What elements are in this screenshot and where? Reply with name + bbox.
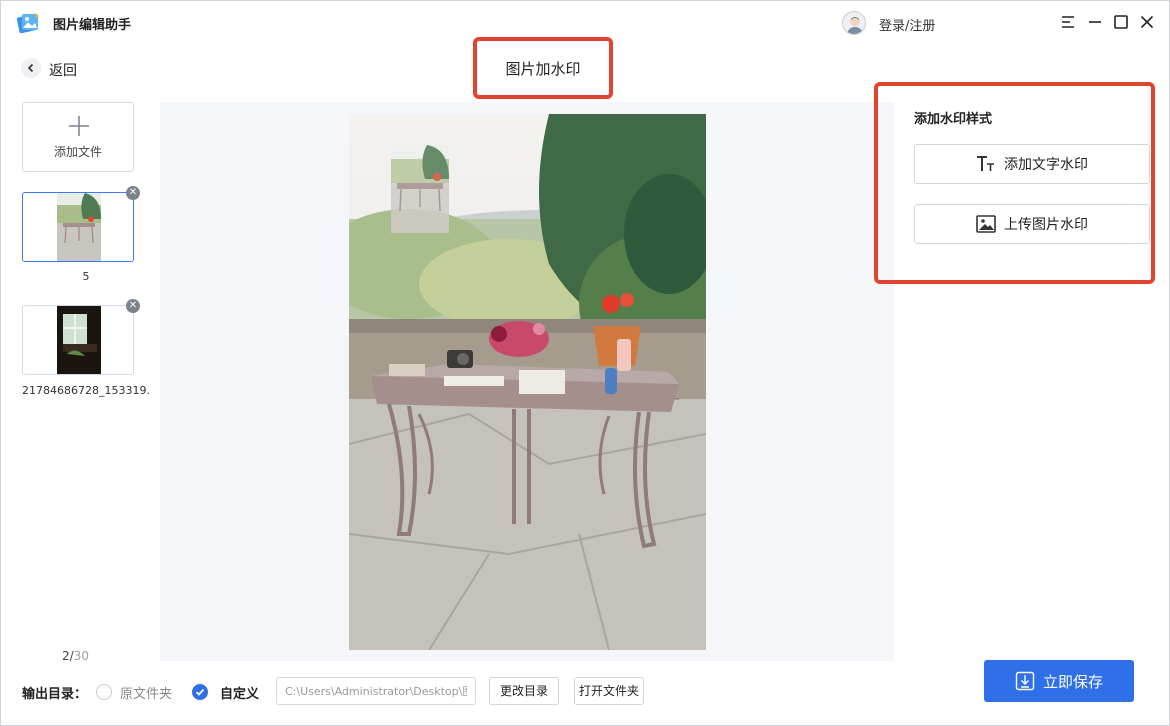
checkmark-icon (195, 688, 205, 696)
page-counter: 2/30 (62, 649, 89, 663)
thumbnail-image (57, 193, 101, 261)
watermark-style-panel: 添加水印样式 添加文字水印 上传图片水印 (874, 82, 1155, 284)
file-name-2: 21784686728_153319... (22, 384, 150, 397)
change-directory-button[interactable]: 更改目录 (489, 677, 559, 705)
minimize-icon[interactable] (1084, 11, 1106, 33)
login-register-link[interactable]: 登录/注册 (879, 15, 935, 34)
file-name-1: 5 (82, 270, 90, 283)
remove-file-icon[interactable]: ✕ (126, 299, 140, 313)
app-title: 图片编辑助手 (53, 18, 132, 33)
panel-title: 添加水印样式 (914, 112, 993, 127)
upload-image-watermark-button[interactable]: 上传图片水印 (914, 204, 1150, 244)
file-thumbnail-2[interactable]: ✕ (22, 299, 140, 375)
output-path-input[interactable] (276, 677, 476, 705)
open-folder-button[interactable]: 打开文件夹 (574, 677, 644, 705)
plus-icon (68, 115, 90, 137)
page-total: 30 (73, 649, 89, 663)
back-chevron-icon[interactable] (21, 58, 41, 78)
preview-image (349, 114, 706, 650)
app-window: 图片编辑助手 登录/注册 返回 图片加水印 添加文件 ✕ 5 ✕ 2178468… (0, 0, 1170, 726)
remove-file-icon[interactable]: ✕ (126, 186, 140, 200)
radio-custom[interactable] (192, 684, 208, 700)
watermark-image-overlay[interactable] (391, 145, 449, 233)
option-original-folder-label[interactable]: 原文件夹 (120, 683, 172, 702)
menu-icon[interactable] (1057, 11, 1079, 33)
save-now-label: 立即保存 (1042, 672, 1103, 691)
save-now-button[interactable]: 立即保存 (984, 660, 1134, 702)
download-icon (1015, 671, 1035, 691)
image-icon (976, 214, 996, 234)
add-file-label: 添加文件 (53, 145, 102, 159)
back-button[interactable]: 返回 (49, 60, 77, 80)
option-custom-label[interactable]: 自定义 (220, 683, 259, 702)
add-text-watermark-label: 添加文字水印 (1004, 157, 1088, 173)
thumbnail-image (57, 306, 101, 374)
image-preview-area (160, 102, 894, 661)
radio-original-folder[interactable] (96, 684, 112, 700)
page-title: 图片加水印 (505, 59, 581, 78)
add-text-watermark-button[interactable]: 添加文字水印 (914, 144, 1150, 184)
page-current: 2/ (62, 649, 74, 663)
add-file-button[interactable]: 添加文件 (22, 102, 134, 172)
upload-image-watermark-label: 上传图片水印 (1004, 217, 1088, 233)
close-icon[interactable] (1136, 11, 1158, 33)
user-avatar-icon[interactable] (842, 11, 866, 35)
output-directory-label: 输出目录： (22, 687, 88, 702)
text-format-icon (976, 154, 996, 174)
file-thumbnail-1[interactable]: ✕ (22, 186, 140, 262)
page-title-highlight: 图片加水印 (473, 37, 613, 99)
maximize-icon[interactable] (1110, 11, 1132, 33)
app-logo-icon (15, 10, 41, 36)
